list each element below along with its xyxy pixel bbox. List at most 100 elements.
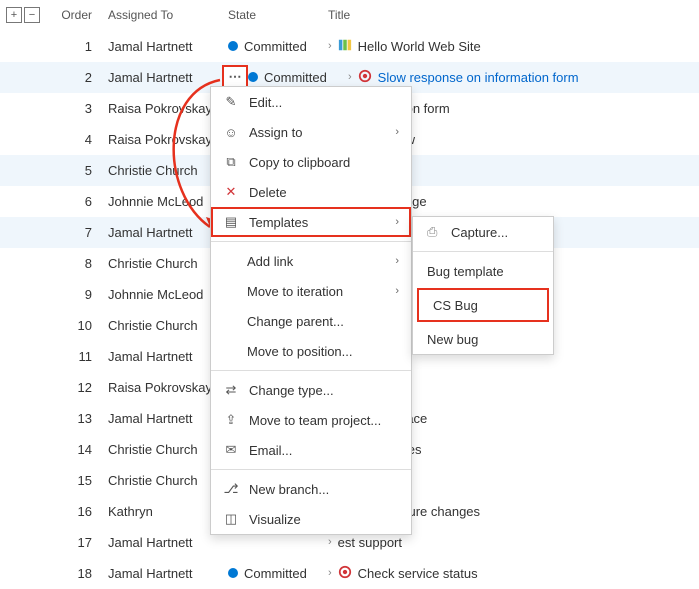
title-text: est support xyxy=(338,535,402,550)
menu-move-position[interactable]: Move to position... xyxy=(211,336,411,366)
order-cell: 10 xyxy=(42,318,108,333)
menu-templates[interactable]: ▤Templates› xyxy=(211,207,411,237)
pencil-icon: ✎ xyxy=(223,94,239,110)
menu-separator xyxy=(211,469,411,470)
table-row[interactable]: 18Jamal HartnettCommitted›Check service … xyxy=(0,558,699,589)
chevron-right-icon: › xyxy=(328,40,332,52)
chevron-right-icon: › xyxy=(348,71,352,83)
menu-copy[interactable]: ⧉ Copy to clipboard xyxy=(211,147,411,177)
order-cell: 3 xyxy=(42,101,108,116)
chevron-right-icon: › xyxy=(395,126,399,138)
menu-visualize-label: Visualize xyxy=(249,512,301,527)
order-cell: 13 xyxy=(42,411,108,426)
menu-delete-label: Delete xyxy=(249,185,287,200)
column-order[interactable]: Order xyxy=(42,8,108,22)
menu-separator xyxy=(211,241,411,242)
work-item-type-icon xyxy=(338,565,352,582)
state-cell: Committed xyxy=(248,70,348,85)
assigned-cell: Jamal Hartnett xyxy=(108,566,228,581)
menu-new-branch[interactable]: ⎇New branch... xyxy=(211,474,411,504)
menu-email-label: Email... xyxy=(249,443,292,458)
collapse-all-icon[interactable]: − xyxy=(24,7,40,23)
menu-changetype-label: Change type... xyxy=(249,383,334,398)
order-cell: 4 xyxy=(42,132,108,147)
order-cell: 14 xyxy=(42,442,108,457)
order-cell: 16 xyxy=(42,504,108,519)
title-text[interactable]: Slow response on information form xyxy=(378,70,579,85)
state-dot-icon xyxy=(228,568,238,578)
branch-icon: ⎇ xyxy=(223,481,239,497)
title-text: Check service status xyxy=(358,566,478,581)
menu-separator xyxy=(211,370,411,371)
menu-changeparent-label: Change parent... xyxy=(247,314,344,329)
menu-add-link[interactable]: Add link › xyxy=(211,246,411,276)
submenu-newbug-label: New bug xyxy=(427,332,478,347)
column-header-row: + − Order Assigned To State Title xyxy=(0,0,699,31)
chevron-right-icon: › xyxy=(395,285,399,297)
column-title[interactable]: Title xyxy=(328,8,699,22)
camera-icon: ⎙ xyxy=(427,224,443,240)
email-icon: ✉ xyxy=(223,442,239,458)
order-cell: 17 xyxy=(42,535,108,550)
menu-move-iteration[interactable]: Move to iteration › xyxy=(211,276,411,306)
order-cell: 8 xyxy=(42,256,108,271)
assigned-cell: Jamal Hartnett xyxy=(108,39,228,54)
menu-email[interactable]: ✉ Email... xyxy=(211,435,411,465)
person-icon: ☺ xyxy=(223,125,239,140)
order-cell: 6 xyxy=(42,194,108,209)
menu-assign-label: Assign to xyxy=(249,125,302,140)
state-dot-icon xyxy=(248,72,258,82)
menu-edit[interactable]: ✎ Edit... xyxy=(211,87,411,117)
state-label: Committed xyxy=(244,39,307,54)
menu-change-parent[interactable]: Change parent... xyxy=(211,306,411,336)
title-text: Hello World Web Site xyxy=(358,39,481,54)
menu-movepos-label: Move to position... xyxy=(247,344,353,359)
delete-icon: ✕ xyxy=(223,184,239,200)
menu-moveiter-label: Move to iteration xyxy=(247,284,343,299)
menu-move-team-project[interactable]: ⇪ Move to team project... xyxy=(211,405,411,435)
title-cell: › Slow response on information form xyxy=(348,69,699,86)
move-icon: ⇪ xyxy=(223,412,239,428)
order-cell: 9 xyxy=(42,287,108,302)
work-item-type-icon xyxy=(338,38,352,55)
chevron-right-icon: › xyxy=(328,567,332,579)
menu-assign-to[interactable]: ☺ Assign to › xyxy=(211,117,411,147)
menu-copy-label: Copy to clipboard xyxy=(249,155,350,170)
menu-delete[interactable]: ✕ Delete xyxy=(211,177,411,207)
context-menu: ✎Edit... ☺Assign to› ⧉Copy to clipboard … xyxy=(210,86,412,535)
menu-separator xyxy=(413,251,553,252)
column-assigned[interactable]: Assigned To xyxy=(108,8,228,22)
order-cell: 11 xyxy=(42,349,108,364)
menu-moveteam-label: Move to team project... xyxy=(249,413,381,428)
templates-submenu: ⎙ Capture... Bug template CS Bug New bug xyxy=(412,216,554,355)
submenu-bugtpl-label: Bug template xyxy=(427,264,504,279)
submenu-bug-template[interactable]: Bug template xyxy=(413,256,553,286)
menu-visualize[interactable]: ◫ Visualize xyxy=(211,504,411,534)
order-cell: 1 xyxy=(42,39,108,54)
table-row[interactable]: 1Jamal Hartnett Committed › Hello World Web… xyxy=(0,31,699,62)
visualize-icon: ◫ xyxy=(223,511,239,527)
chevron-right-icon: › xyxy=(395,255,399,267)
menu-edit-label: Edit... xyxy=(249,95,282,110)
expand-all-icon[interactable]: + xyxy=(6,7,22,23)
state-label: Committed xyxy=(264,70,327,85)
assigned-cell: Jamal Hartnett xyxy=(108,535,228,550)
submenu-new-bug[interactable]: New bug xyxy=(413,324,553,354)
state-label: Committed xyxy=(244,566,307,581)
order-cell: 2 xyxy=(42,70,108,85)
title-cell: › Hello World Web Site xyxy=(328,38,699,55)
copy-icon: ⧉ xyxy=(223,154,239,170)
menu-addlink-label: Add link xyxy=(247,254,293,269)
submenu-cs-bug[interactable]: CS Bug xyxy=(417,288,549,322)
column-state[interactable]: State xyxy=(228,8,328,22)
submenu-capture-label: Capture... xyxy=(451,225,508,240)
order-cell: 15 xyxy=(42,473,108,488)
submenu-capture[interactable]: ⎙ Capture... xyxy=(413,217,553,247)
menu-change-type[interactable]: ⇄Change type... xyxy=(211,375,411,405)
title-cell: ›est support xyxy=(328,535,699,550)
submenu-csbug-label: CS Bug xyxy=(433,298,478,313)
menu-templates-label: Templates xyxy=(249,215,308,230)
state-dot-icon xyxy=(228,41,238,51)
order-cell: 5 xyxy=(42,163,108,178)
assigned-cell: Jamal Hartnett xyxy=(108,70,228,85)
